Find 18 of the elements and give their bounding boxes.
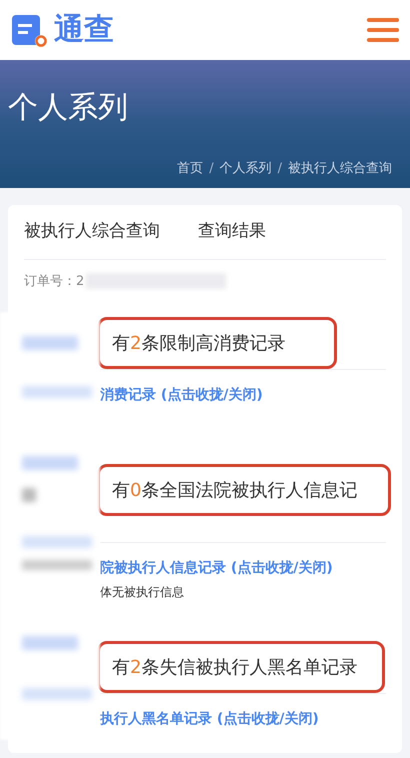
card-heading: 查询结果 <box>198 220 266 243</box>
status-text: 体无被执行信息 <box>100 584 185 601</box>
logo-text[interactable]: 通查 <box>54 15 114 45</box>
order-number-label: 订单号：2 <box>24 272 84 290</box>
record-count-heading: 有2条失信被执行人黑名单记录 <box>112 656 358 680</box>
breadcrumb-link[interactable]: 个人系列 <box>220 158 272 178</box>
breadcrumb-separator: / <box>278 160 282 178</box>
card-heading: 被执行人综合查询 <box>24 220 160 243</box>
toggle-link[interactable]: 执行人黑名单记录 (点击收拢/关闭) <box>100 711 319 727</box>
breadcrumb-link[interactable]: 被执行人综合查询 <box>288 158 392 178</box>
breadcrumb-link[interactable]: 首页 <box>177 158 204 178</box>
page-title: 个人系列 <box>8 89 128 127</box>
toggle-link[interactable]: 院被执行人信息记录 (点击收拢/关闭) <box>100 560 333 576</box>
record-count-heading: 有2条限制高消费记录 <box>112 332 286 356</box>
menu-icon[interactable] <box>366 16 400 44</box>
record-count-heading: 有0条全国法院被执行人信息记 <box>112 478 358 502</box>
toggle-link[interactable]: 消费记录 (点击收拢/关闭) <box>100 387 263 403</box>
breadcrumb-separator: / <box>209 160 214 178</box>
